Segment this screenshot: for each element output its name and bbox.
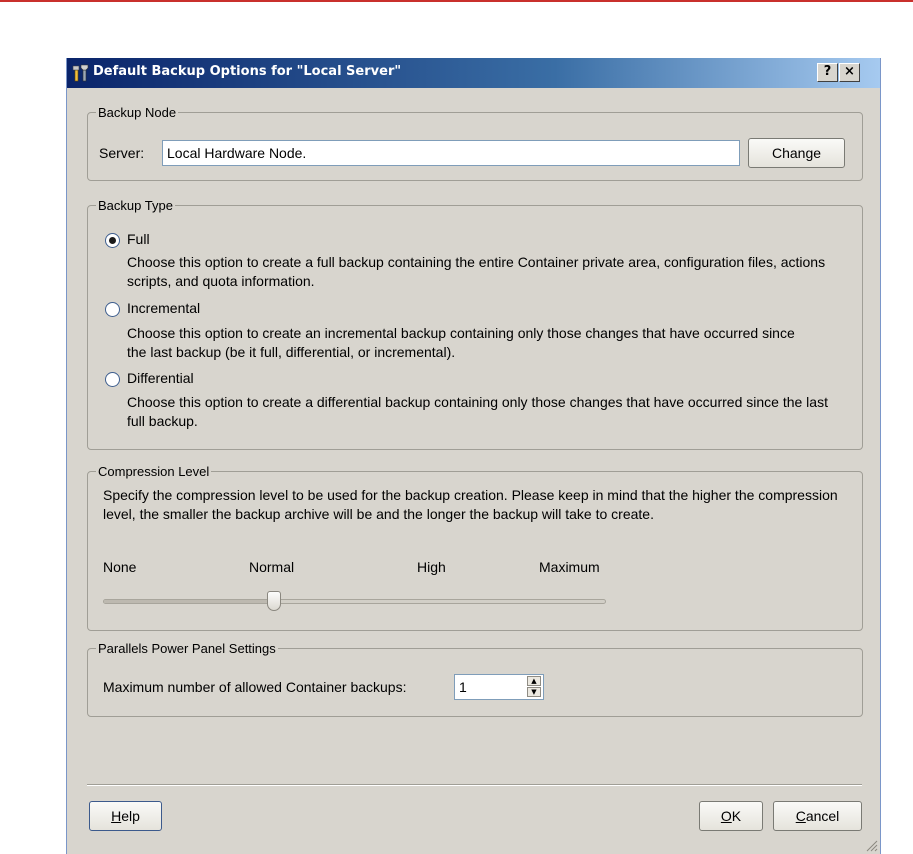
- compression-legend: Compression Level: [98, 464, 210, 479]
- cancel-button[interactable]: Cancel: [773, 801, 862, 831]
- backup-type-legend: Backup Type: [98, 198, 173, 213]
- backup-node-legend: Backup Node: [98, 105, 177, 120]
- title-bar[interactable]: Default Backup Options for "Local Server…: [67, 58, 880, 88]
- radio-differential-label[interactable]: Differential: [127, 370, 194, 386]
- dialog-title: Default Backup Options for "Local Server…: [93, 64, 402, 79]
- change-server-button[interactable]: Change: [748, 138, 845, 168]
- level-label-none: None: [103, 559, 137, 575]
- level-label-high: High: [417, 559, 446, 575]
- title-help-button[interactable]: ?: [817, 63, 838, 82]
- server-label: Server:: [99, 145, 145, 161]
- ok-button-label: OK: [720, 808, 742, 824]
- tools-icon: [72, 64, 89, 82]
- radio-full-label[interactable]: Full: [127, 231, 150, 247]
- radio-incremental-label[interactable]: Incremental: [127, 300, 200, 316]
- max-backups-label: Maximum number of allowed Container back…: [103, 679, 407, 695]
- cancel-button-label: Cancel: [795, 808, 840, 824]
- spin-up-button[interactable]: ▲: [527, 676, 541, 686]
- help-button[interactable]: Help: [89, 801, 162, 831]
- full-description: Choose this option to create a full back…: [127, 254, 826, 289]
- radio-differential[interactable]: [105, 372, 120, 387]
- compression-slider-fill: [104, 600, 275, 603]
- compression-slider-track[interactable]: [103, 599, 606, 604]
- radio-full[interactable]: [105, 233, 120, 248]
- top-accent-line: [0, 0, 913, 2]
- title-close-button[interactable]: ×: [839, 63, 860, 82]
- differential-description: Choose this option to create a different…: [127, 394, 828, 429]
- radio-incremental[interactable]: [105, 302, 120, 317]
- server-field[interactable]: Local Hardware Node.: [162, 140, 740, 166]
- power-panel-legend: Parallels Power Panel Settings: [98, 641, 276, 656]
- help-button-label: Help: [111, 808, 140, 824]
- level-label-normal: Normal: [249, 559, 295, 575]
- resize-grip-icon[interactable]: [864, 838, 878, 852]
- incremental-description: Choose this option to create an incremen…: [127, 325, 795, 360]
- backup-options-dialog: Default Backup Options for "Local Server…: [66, 58, 881, 854]
- ok-button[interactable]: OK: [699, 801, 763, 831]
- spin-down-button[interactable]: ▼: [527, 687, 541, 697]
- footer-separator: [87, 784, 862, 786]
- level-label-maximum: Maximum: [539, 559, 600, 575]
- compression-slider-thumb[interactable]: [267, 591, 281, 611]
- compression-description: Specify the compression level to be used…: [103, 487, 838, 522]
